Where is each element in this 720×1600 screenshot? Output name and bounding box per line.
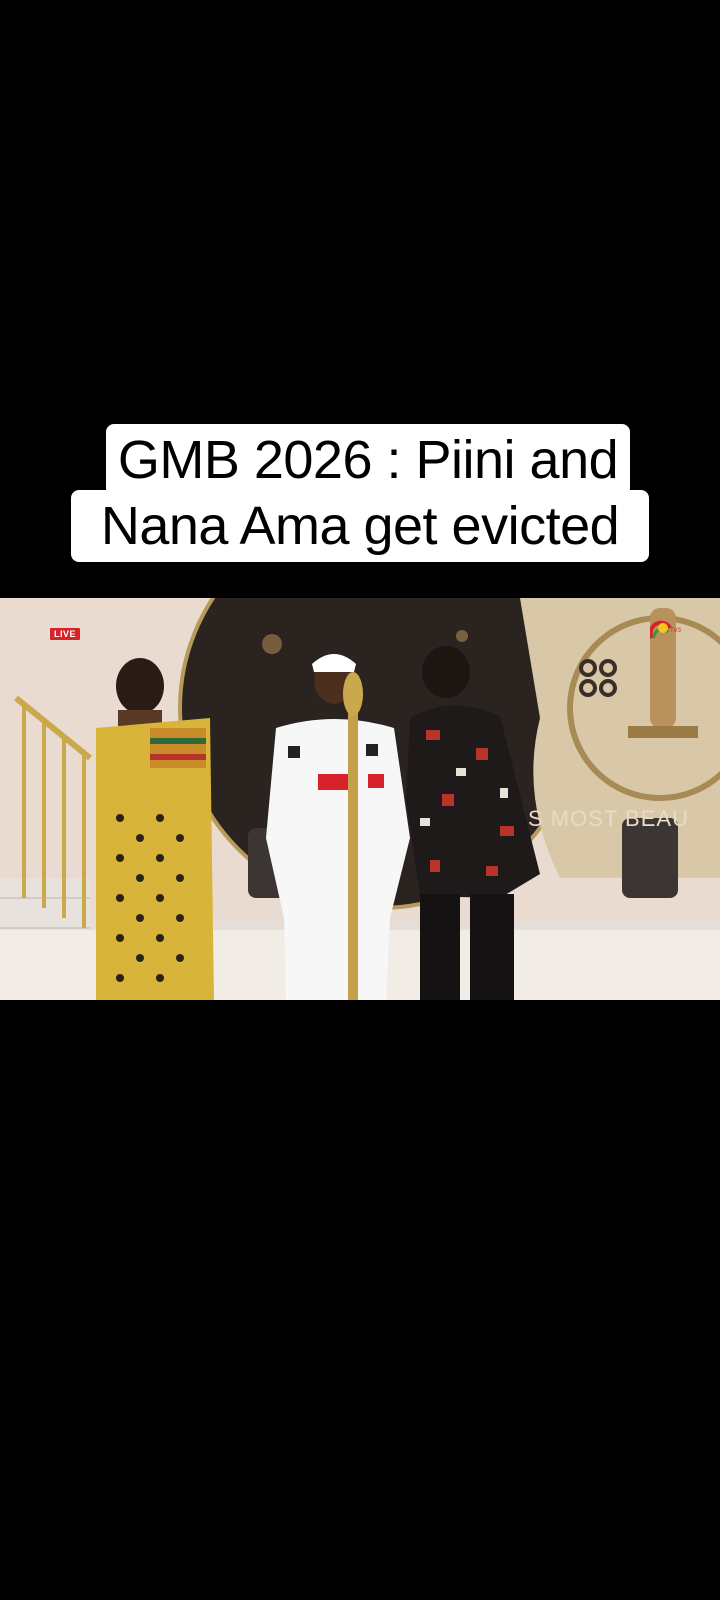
caption-line-1: GMB 2026 : Piini and bbox=[105, 424, 631, 496]
caption-line-2: Nana Ama get evicted bbox=[70, 490, 650, 562]
stage-scene-image bbox=[0, 598, 720, 1000]
live-badge: LIVE bbox=[50, 628, 81, 640]
stage-backdrop-text: S MOST BEAU bbox=[528, 806, 689, 831]
svg-text:TV3: TV3 bbox=[670, 628, 682, 634]
channel-logo-icon: TV3 bbox=[650, 620, 682, 639]
caption-overlay: GMB 2026 : Piini and Nana Ama get evicte… bbox=[0, 424, 720, 562]
video-frame[interactable]: LIVE S MOST BEAU TV3 bbox=[0, 598, 720, 1000]
video-player-screen[interactable]: GMB 2026 : Piini and Nana Ama get evicte… bbox=[0, 0, 720, 1600]
